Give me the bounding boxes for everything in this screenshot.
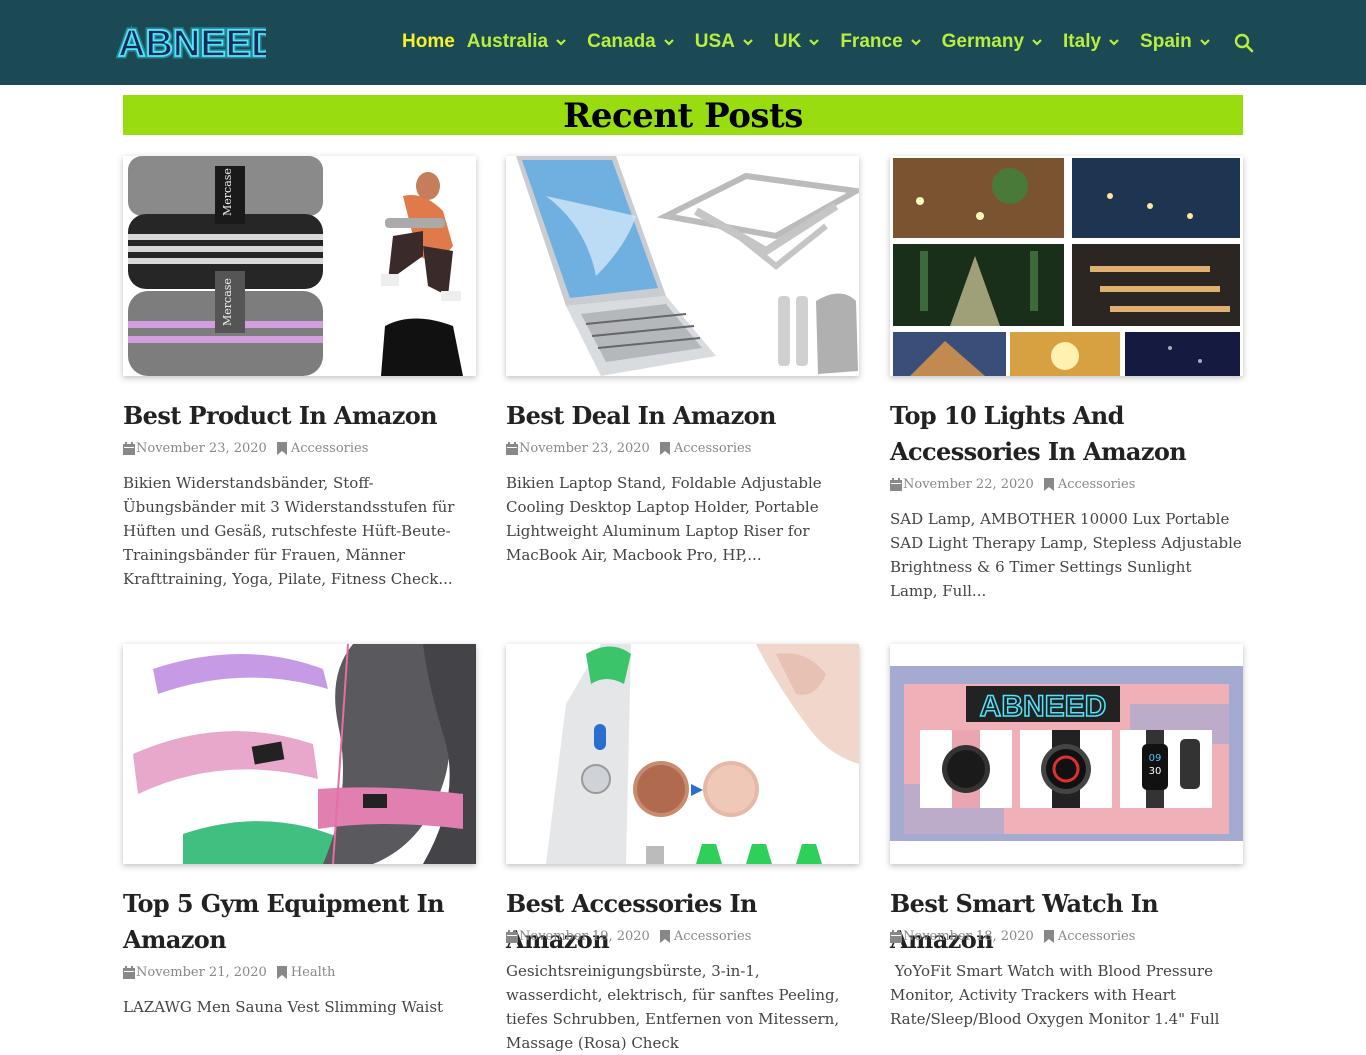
calendar-icon [123, 441, 135, 455]
chevron-down-icon [809, 39, 820, 46]
post-meta: November 21, 2020 Health [123, 962, 476, 982]
chevron-down-icon [1200, 39, 1210, 46]
post-category-label: Accessories [290, 440, 369, 456]
post-meta: November 19, 2020 Accessories [506, 926, 859, 946]
smart-watch-image: ABNEED 09 30 [890, 644, 1243, 864]
chevron-down-icon [663, 39, 674, 46]
recent-posts-banner: Recent Posts [123, 95, 1243, 136]
post-category[interactable]: Accessories [276, 440, 369, 456]
calendar-icon [506, 441, 518, 455]
nav-item-usa[interactable]: USA [695, 31, 755, 53]
bookmark-icon [1043, 477, 1054, 491]
svg-text:ABNEED: ABNEED [118, 23, 266, 65]
post-category[interactable]: Accessories [659, 928, 752, 944]
post-thumbnail[interactable]: Mercase Mercase [123, 156, 476, 376]
bookmark-icon [276, 441, 287, 455]
nav-item-italy[interactable]: Italy [1063, 31, 1121, 53]
post-date: November 23, 2020 [519, 440, 650, 456]
calendar-icon [890, 477, 902, 491]
site-logo[interactable]: ABNEED ABNEED [116, 18, 266, 67]
post-category[interactable]: Accessories [1043, 476, 1136, 492]
post-thumbnail[interactable]: ABNEED 09 30 [890, 644, 1243, 864]
nav-item-spain[interactable]: Spain [1140, 31, 1212, 53]
post-category-label: Accessories [673, 440, 752, 456]
nav-label: USA [694, 31, 735, 52]
chevron-down-icon [556, 39, 566, 46]
post-title[interactable]: Top 5 Gym Equipment In Amazon [123, 886, 476, 958]
post-date: November 21, 2020 [136, 964, 267, 980]
resistance-bands-image: Mercase Mercase [123, 156, 476, 376]
nav-item-germany[interactable]: Germany [942, 31, 1044, 53]
post-meta: November 23, 2020 Accessories [506, 438, 859, 458]
nav-label: Spain [1140, 31, 1192, 52]
garden-lights-collage-image [890, 156, 1243, 376]
nav-item-canada[interactable]: Canada [587, 31, 676, 53]
svg-text:ABNEED: ABNEED [980, 690, 1107, 723]
search-icon[interactable] [1234, 33, 1254, 53]
post-excerpt: YoYoFit Smart Watch with Blood Pressure … [890, 962, 1220, 1028]
post-thumbnail[interactable] [890, 156, 1243, 376]
nav-label: UK [773, 31, 802, 52]
post-excerpt: SAD Lamp, AMBOTHER 10000 Lux Portable SA… [890, 510, 1242, 600]
nav-item-france[interactable]: France [840, 31, 922, 53]
chevron-down-icon [743, 39, 753, 46]
facial-cleanser-image [506, 644, 859, 864]
chevron-down-icon [1032, 39, 1042, 46]
laptop-stand-image [506, 156, 859, 376]
post-meta: November 23, 2020 Accessories [123, 438, 476, 458]
post-meta: November 22, 2020 Accessories [890, 474, 1243, 494]
bookmark-icon [276, 965, 287, 979]
post-category[interactable]: Accessories [1043, 928, 1136, 944]
calendar-icon [890, 929, 902, 943]
post-meta: November 18, 2020 Accessories [890, 926, 1243, 946]
post-title[interactable]: Best Deal In Amazon [506, 398, 859, 434]
post-thumbnail[interactable] [506, 156, 859, 376]
post-title[interactable]: Best Smart Watch In Amazon [890, 886, 1243, 958]
post-category-label: Accessories [673, 928, 752, 944]
post-thumbnail[interactable] [506, 644, 859, 864]
post-excerpt: Gesichtsreinigungsbürste, 3-in-1, wasser… [506, 962, 840, 1052]
post-category-label: Accessories [1057, 928, 1136, 944]
nav-label: Australia [466, 31, 549, 52]
site-header: ABNEED ABNEED Home Australia Canada USA … [0, 0, 1366, 85]
post-title[interactable]: Best Product In Amazon [123, 398, 476, 434]
svg-text:09: 09 [1149, 753, 1162, 764]
post-category-label: Health [290, 964, 336, 980]
post-thumbnail[interactable] [123, 644, 476, 864]
post-date: November 19, 2020 [519, 928, 650, 944]
svg-text:30: 30 [1149, 766, 1162, 777]
post-date: November 23, 2020 [136, 440, 267, 456]
svg-text:Mercase: Mercase [221, 278, 234, 326]
nav-label: Canada [587, 31, 656, 52]
nav-label: Home [402, 31, 455, 52]
calendar-icon [506, 929, 518, 943]
post-excerpt: Bikien Widerstandsbänder, Stoff-Übungsbä… [123, 474, 455, 588]
post-category[interactable]: Health [276, 964, 336, 980]
post-excerpt: LAZAWG Men Sauna Vest Slimming Waist [123, 998, 444, 1016]
section-title: Recent Posts [563, 96, 803, 136]
nav-item-uk[interactable]: UK [774, 31, 821, 53]
nav-label: Germany [941, 31, 1025, 52]
chevron-down-icon [1109, 39, 1119, 46]
chevron-down-icon [910, 39, 921, 46]
post-title[interactable]: Best Accessories In Amazon [506, 886, 859, 958]
gym-bands-image [123, 644, 476, 864]
post-excerpt: Bikien Laptop Stand, Foldable Adjustable… [506, 474, 822, 564]
post-date: November 22, 2020 [903, 476, 1034, 492]
nav-item-australia[interactable]: Australia [467, 31, 568, 53]
post-date: November 18, 2020 [903, 928, 1034, 944]
bookmark-icon [659, 929, 670, 943]
nav-item-home[interactable]: Home [402, 31, 455, 53]
bookmark-icon [659, 441, 670, 455]
calendar-icon [123, 965, 135, 979]
svg-text:Mercase: Mercase [221, 168, 234, 216]
post-category-label: Accessories [1057, 476, 1136, 492]
nav-label: France [840, 31, 903, 52]
post-title[interactable]: Top 10 Lights And Accessories In Amazon [890, 398, 1243, 470]
nav-label: Italy [1063, 31, 1102, 52]
post-category[interactable]: Accessories [659, 440, 752, 456]
bookmark-icon [1043, 929, 1054, 943]
main-nav: Home Australia Canada USA UK France Germ… [402, 28, 1231, 56]
